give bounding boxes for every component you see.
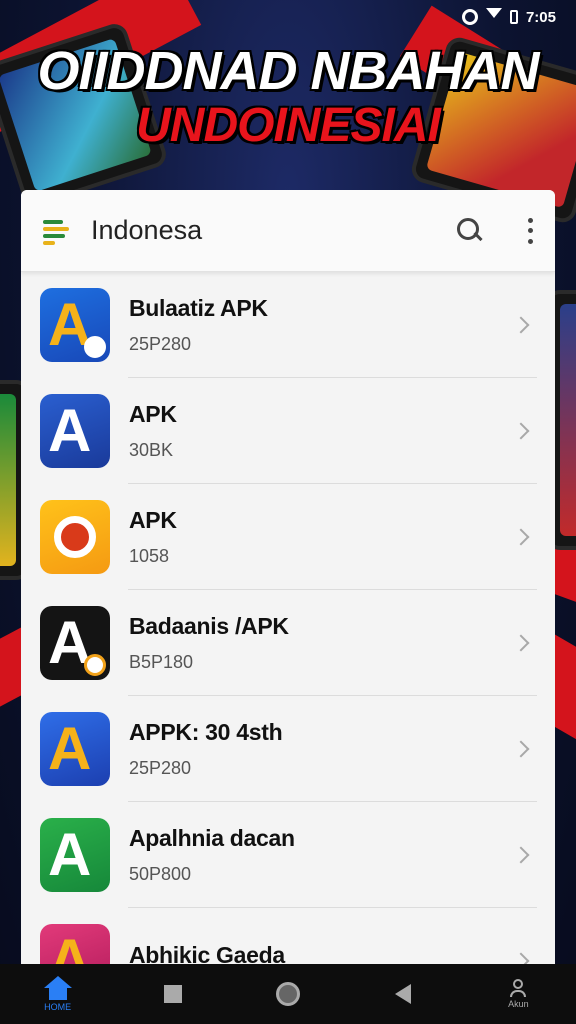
wifi-icon [485,8,502,26]
app-icon: A [40,606,110,680]
headline-line1: OIIDDNAD NBAHAN [37,41,540,101]
profile-icon [510,979,527,997]
search-icon[interactable] [457,217,483,244]
home-circle-icon [275,982,300,1006]
nav-profile-button[interactable]: Akun [488,964,548,1024]
app-size: 25P280 [129,334,192,354]
nav-back-button[interactable] [373,964,433,1024]
app-size: 50P800 [129,864,192,884]
headline: OIIDDNAD NBAHAN UNDOINESIAI [0,42,576,152]
bottom-nav-bar: HOME Akun [0,964,576,1024]
app-bar: Indonesa [21,190,555,272]
nav-home-button[interactable]: HOME [28,964,88,1024]
app-list-card: Indonesa A Bulaatiz APK 25P280 A APK 30B… [21,190,555,964]
list-item[interactable]: A APPK: 30 4sth 25P280 [21,696,555,802]
status-time: 7:05 [525,8,556,26]
app-size: B5P180 [129,652,194,672]
app-name: APPK: 30 4sth [129,719,283,745]
app-icon: A [40,818,110,892]
nav-profile-label: Akun [508,999,529,1009]
chevron-right-icon [512,528,530,546]
app-icon [40,500,110,574]
nav-home-label: HOME [44,1002,72,1012]
list-item[interactable]: A Badaanis /APK B5P180 [21,590,555,696]
app-name: Apalhnia dacan [129,825,295,851]
list-item[interactable]: A APK 30BK [21,378,555,484]
app-name: Badaanis /APK [129,613,289,639]
app-name: Abhikic Gaeda [129,941,285,965]
back-triangle-icon [395,984,412,1004]
app-icon: A [40,288,110,362]
app-name: APK [129,507,177,533]
headline-line2: UNDOINESIAI [136,99,441,152]
app-list: A Bulaatiz APK 25P280 A APK 30BK APK 105… [21,272,555,964]
menu-logo-icon[interactable] [43,218,71,245]
status-bar: 7:05 [461,6,556,28]
app-icon: A [40,394,110,468]
chevron-right-icon [512,634,530,652]
sync-icon [461,9,478,25]
list-item[interactable]: A Apalhnia dacan 50P800 [21,802,555,908]
list-item[interactable]: A Bulaatiz APK 25P280 [21,272,555,378]
chevron-right-icon [512,846,530,864]
app-size: 25P280 [129,758,192,778]
chevron-right-icon [512,316,530,334]
chevron-right-icon [512,740,530,758]
more-vert-icon[interactable] [527,217,533,244]
app-name: Bulaatiz APK [129,295,268,321]
list-item[interactable]: APK 1058 [21,484,555,590]
app-icon: A [40,712,110,786]
app-icon: A [40,924,110,964]
chevron-right-icon [512,952,530,964]
chevron-right-icon [512,422,530,440]
home-icon [43,976,72,1000]
app-size: 1058 [129,546,170,566]
app-name: APK [129,401,177,427]
nav-recents-button[interactable] [143,964,203,1024]
app-bar-title: Indonesa [91,215,203,245]
app-size: 30BK [129,440,174,460]
list-item[interactable]: A Abhikic Gaeda [21,908,555,964]
nav-home-circle-button[interactable] [258,964,318,1024]
battery-icon [509,10,518,24]
recents-square-icon [163,985,182,1003]
